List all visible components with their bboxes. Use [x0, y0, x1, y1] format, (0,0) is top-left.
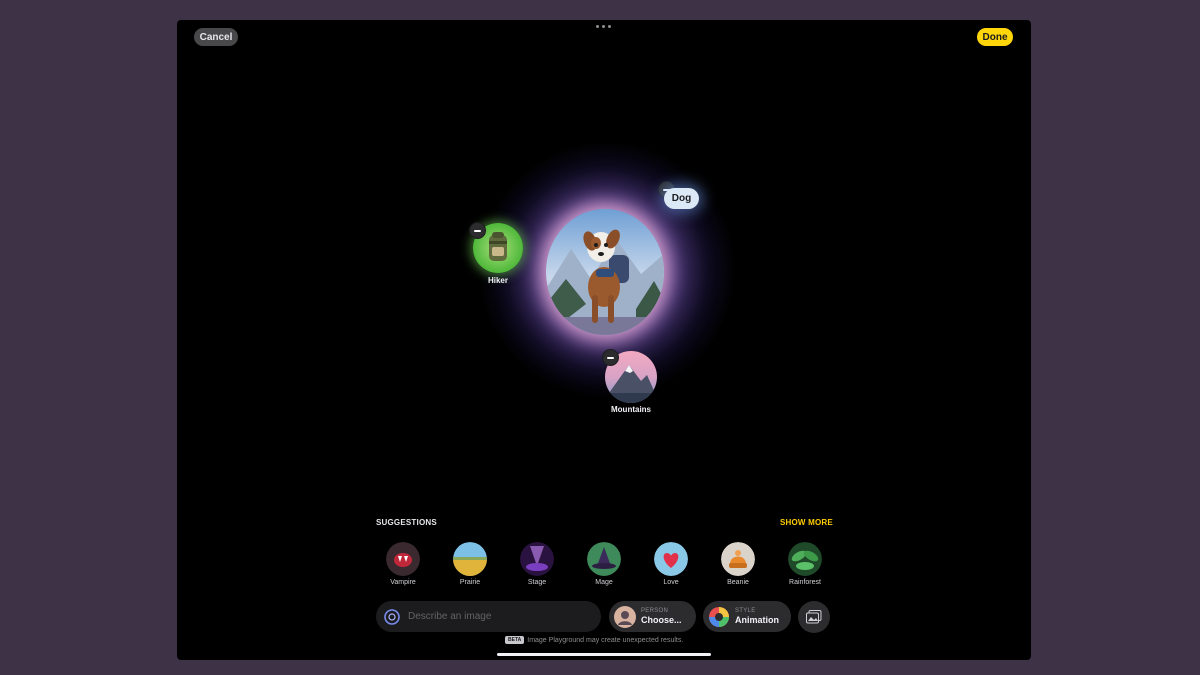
- cancel-button[interactable]: Cancel: [194, 28, 238, 46]
- style-caption: STYLE: [735, 608, 756, 614]
- image-playground-icon: [384, 608, 400, 625]
- photos-icon: [806, 610, 822, 624]
- beanie-icon: [721, 542, 755, 576]
- suggestion-label: Love: [663, 579, 679, 586]
- vampire-icon: [386, 542, 420, 576]
- stage-icon: [520, 542, 554, 576]
- concept-mountains-label: Mountains: [611, 405, 651, 414]
- suggestion-stage[interactable]: Stage: [507, 542, 567, 586]
- describe-image-field[interactable]: [376, 601, 601, 632]
- person-picker[interactable]: PERSON Choose...: [609, 601, 696, 632]
- photo-gallery-button[interactable]: [798, 601, 830, 633]
- done-button[interactable]: Done: [977, 28, 1013, 46]
- suggestions-heading: SUGGESTIONS: [376, 518, 437, 527]
- prairie-icon: [453, 542, 487, 576]
- mage-hat-icon: [587, 542, 621, 576]
- image-playground-sheet: Cancel Done Dog Hiker Mountains SUGGESTI…: [177, 20, 1031, 660]
- suggestion-rainforest[interactable]: Rainforest: [775, 542, 835, 586]
- concept-dog[interactable]: Dog: [664, 188, 699, 209]
- style-value: Animation: [735, 615, 779, 625]
- generated-image-preview[interactable]: [546, 209, 664, 335]
- suggestion-prairie[interactable]: Prairie: [440, 542, 500, 586]
- suggestion-label: Vampire: [390, 579, 416, 586]
- suggestion-label: Rainforest: [789, 579, 821, 586]
- suggestion-love[interactable]: Love: [641, 542, 701, 586]
- sheet-grabber[interactable]: [596, 25, 611, 28]
- home-indicator[interactable]: [497, 653, 711, 656]
- disclaimer-text: Image Playground may create unexpected r…: [527, 636, 684, 644]
- suggestion-mage[interactable]: Mage: [574, 542, 634, 586]
- suggestions-row: Vampire Prairie Stage Mage Love Beanie R…: [377, 542, 837, 592]
- show-more-button[interactable]: SHOW MORE: [780, 518, 833, 527]
- heart-icon: [654, 542, 688, 576]
- concept-hiker-label: Hiker: [487, 276, 508, 285]
- rainforest-icon: [788, 542, 822, 576]
- beta-badge: BETA: [505, 636, 525, 644]
- beta-disclaimer: BETA Image Playground may create unexpec…: [505, 636, 683, 644]
- style-color-wheel-icon: [709, 606, 729, 627]
- suggestion-label: Stage: [527, 579, 547, 586]
- suggestion-beanie[interactable]: Beanie: [708, 542, 768, 586]
- remove-mountains-button[interactable]: [602, 349, 619, 366]
- person-value: Choose...: [641, 615, 682, 625]
- remove-hiker-button[interactable]: [469, 222, 486, 239]
- person-caption: PERSON: [641, 608, 669, 614]
- suggestion-vampire[interactable]: Vampire: [373, 542, 433, 586]
- person-icon: [614, 605, 636, 628]
- describe-image-input[interactable]: [406, 610, 590, 623]
- suggestion-label: Prairie: [459, 579, 481, 586]
- dog-with-backpack-image: [546, 209, 664, 335]
- style-picker[interactable]: STYLE Animation: [703, 601, 791, 632]
- suggestion-label: Mage: [595, 579, 613, 586]
- suggestion-label: Beanie: [727, 579, 749, 586]
